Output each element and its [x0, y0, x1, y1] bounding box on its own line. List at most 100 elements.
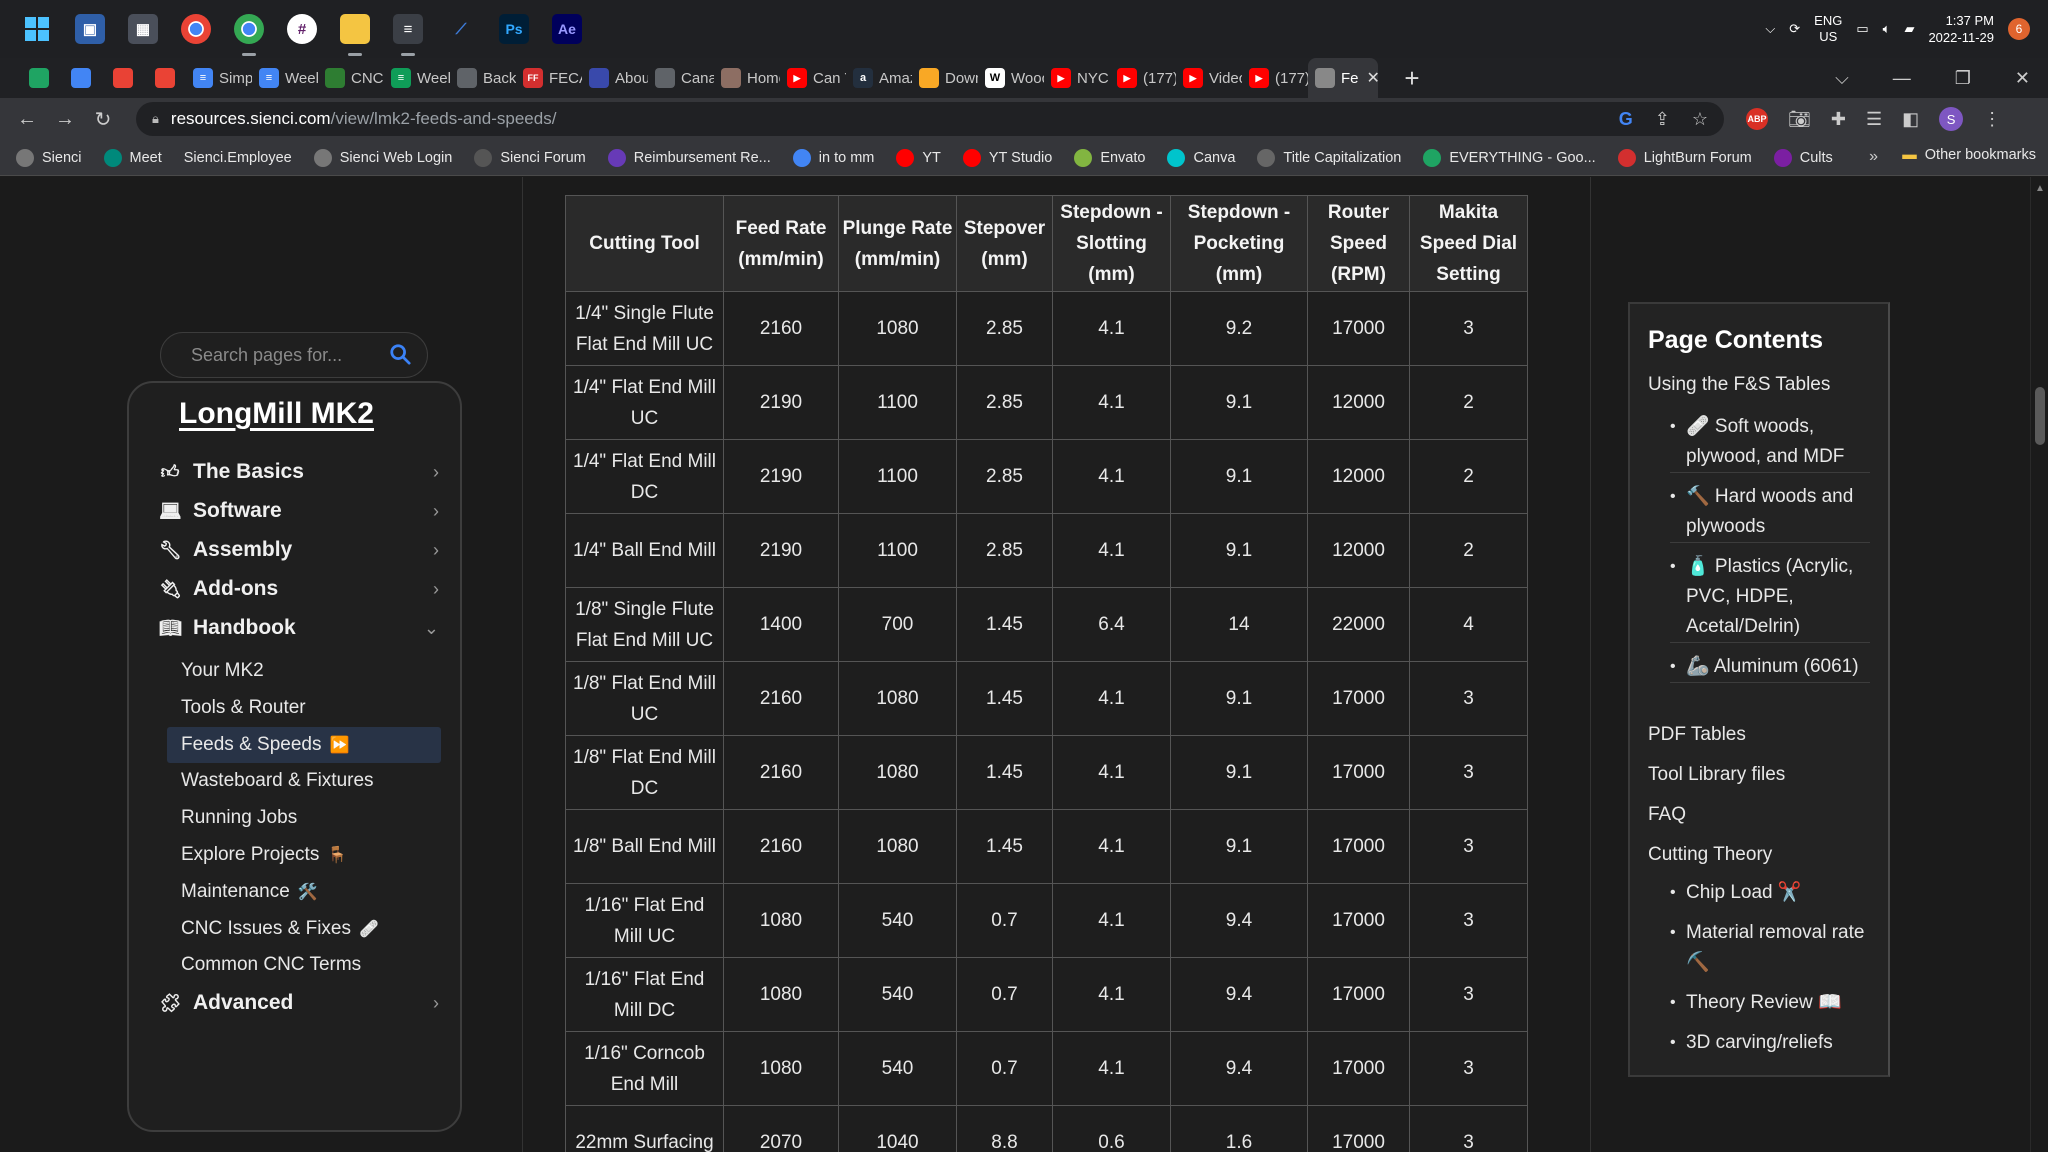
lock-icon[interactable]: 🔒︎: [152, 111, 159, 127]
browser-tab[interactable]: [102, 58, 144, 98]
browser-tab[interactable]: Abou: [582, 58, 648, 98]
browser-tab[interactable]: a Amaz: [846, 58, 912, 98]
battery-icon[interactable]: ▰: [1904, 21, 1914, 37]
browser-tab[interactable]: [18, 58, 60, 98]
calculator-icon[interactable]: ▦: [128, 14, 158, 44]
camera-icon[interactable]: 📷︎: [1788, 109, 1811, 130]
contents-link[interactable]: Material removal rate ⛏️: [1670, 918, 1870, 978]
after-effects-icon[interactable]: Ae: [552, 14, 582, 44]
bookmark-item[interactable]: Cults: [1773, 148, 1833, 167]
clock[interactable]: 1:37 PM 2022-11-29: [1928, 12, 1994, 46]
browser-tab[interactable]: ▶ (177): [1110, 58, 1176, 98]
chrome-icon[interactable]: [181, 14, 211, 44]
contents-link[interactable]: 🧴 Plastics (Acrylic, PVC, HDPE, Acetal/D…: [1670, 552, 1870, 643]
tab-search-icon[interactable]: ⌵: [1835, 68, 1849, 89]
sidebar-subitem-your-mk2[interactable]: Your MK2: [181, 653, 455, 689]
browser-tab[interactable]: Canac: [648, 58, 714, 98]
notification-badge[interactable]: 6: [2008, 18, 2030, 40]
contents-link[interactable]: Theory Review 📖: [1670, 988, 1870, 1018]
sidebar-subitem-explore-projects[interactable]: Explore Projects 🪑: [181, 837, 455, 873]
browser-tab[interactable]: Backl: [450, 58, 516, 98]
extensions-puzzle-icon[interactable]: ✚: [1831, 109, 1846, 130]
sidebar-subitem-tools-router[interactable]: Tools & Router: [181, 690, 455, 726]
bookmark-item[interactable]: YT: [896, 148, 941, 167]
sidebar-title[interactable]: LongMill MK2: [179, 397, 374, 431]
bookmark-item[interactable]: YT Studio: [962, 148, 1052, 167]
scroll-up-arrow[interactable]: ▲: [2035, 183, 2045, 194]
google-lens-icon[interactable]: G: [1619, 109, 1633, 130]
forward-button[interactable]: →: [46, 108, 84, 131]
computer-icon[interactable]: ▣: [75, 14, 105, 44]
sidebar-item-advanced[interactable]: 🧩︎ Advanced ›: [159, 986, 449, 1020]
sidebar-subitem-feeds-speeds[interactable]: Feeds & Speeds ⏩: [167, 726, 441, 763]
back-button[interactable]: ←: [8, 108, 46, 131]
profile-avatar[interactable]: S: [1939, 107, 1964, 131]
bookmark-item[interactable]: Sienci: [16, 148, 82, 167]
browser-tab[interactable]: W Wooc: [978, 58, 1044, 98]
bookmark-item[interactable]: LightBurn Forum: [1617, 148, 1752, 167]
bookmark-item[interactable]: Reimbursement Re...: [607, 148, 771, 167]
sidebar-subitem-cnc-issues-fixes[interactable]: CNC Issues & Fixes 🩹: [181, 911, 455, 947]
chrome-profile-icon[interactable]: [234, 14, 264, 56]
sidebar-item-handbook[interactable]: 📖︎ Handbook ⌄: [159, 611, 449, 645]
browser-tab[interactable]: Fe ✕: [1308, 58, 1378, 98]
reload-button[interactable]: ↻: [84, 107, 122, 132]
browser-tab[interactable]: ≡ Week: [384, 58, 450, 98]
bookmark-item[interactable]: in to mm: [792, 148, 874, 167]
browser-tab[interactable]: FF FECAI: [516, 58, 582, 98]
search-icon[interactable]: [389, 343, 411, 365]
slack-icon[interactable]: #: [287, 14, 317, 44]
search-input[interactable]: Search pages for...: [160, 332, 428, 378]
contents-link[interactable]: 🔨 Hard woods and plywoods: [1670, 482, 1870, 543]
adblock-icon[interactable]: ABP: [1746, 108, 1768, 130]
sidebar-subitem-running-jobs[interactable]: Running Jobs: [181, 800, 455, 836]
side-panel-icon[interactable]: ◧: [1902, 109, 1919, 130]
browser-tab[interactable]: [60, 58, 102, 98]
other-bookmarks[interactable]: ▬ Other bookmarks: [1902, 147, 2036, 163]
menu-icon[interactable]: ⋮: [1983, 109, 2001, 130]
bookmark-item[interactable]: EVERYTHING - Goo...: [1423, 148, 1596, 167]
browser-tab[interactable]: ▶ (177): [1242, 58, 1308, 98]
browser-tab[interactable]: ≡ Simpl: [186, 58, 252, 98]
chevron-up-icon[interactable]: ⌵: [1765, 21, 1775, 37]
scroll-thumb[interactable]: [2035, 387, 2045, 445]
contents-link[interactable]: FAQ: [1648, 800, 1878, 830]
sidebar-subitem-common-cnc-terms[interactable]: Common CNC Terms: [181, 947, 455, 983]
sync-icon[interactable]: ⟳: [1789, 21, 1800, 37]
minimize-button[interactable]: —: [1893, 68, 1911, 89]
bookmark-item[interactable]: Sienci Forum: [474, 148, 586, 167]
display-icon[interactable]: ▭: [1856, 21, 1868, 37]
bookmark-item[interactable]: Title Capitalization: [1257, 148, 1401, 167]
bookmark-item[interactable]: Canva: [1167, 148, 1235, 167]
file-explorer-icon[interactable]: [340, 14, 370, 56]
browser-tab[interactable]: ≡ Week: [252, 58, 318, 98]
sidebar-item-assembly[interactable]: 🔧︎ Assembly ›: [159, 533, 449, 567]
vectric-icon[interactable]: ⟋: [446, 14, 476, 44]
sidebar-subitem-maintenance[interactable]: Maintenance 🛠️: [181, 874, 455, 910]
sidebar-subitem-wasteboard-fixtures[interactable]: Wasteboard & Fixtures: [181, 763, 455, 799]
new-tab-button[interactable]: +: [1396, 63, 1428, 94]
contents-link[interactable]: Cutting Theory: [1648, 840, 1878, 870]
contents-link[interactable]: PDF Tables: [1648, 720, 1878, 750]
contents-link[interactable]: 3D carving/reliefs: [1670, 1028, 1870, 1058]
restore-button[interactable]: ❐: [1955, 68, 1971, 89]
sidebar-item-add-ons[interactable]: 🔌︎ Add-ons ›: [159, 572, 449, 606]
share-icon[interactable]: ⇪: [1655, 109, 1670, 130]
language-indicator[interactable]: ENG US: [1814, 13, 1842, 45]
browser-tab[interactable]: ▶ NYC C: [1044, 58, 1110, 98]
browser-tab[interactable]: [144, 58, 186, 98]
windows-start-icon[interactable]: [22, 14, 52, 44]
bookmark-item[interactable]: Meet: [103, 148, 162, 167]
bookmark-item[interactable]: Sienci Web Login: [313, 148, 452, 167]
contents-link[interactable]: Tool Library files: [1648, 760, 1878, 790]
browser-tab[interactable]: Down: [912, 58, 978, 98]
bookmarks-overflow-icon[interactable]: »: [1869, 148, 1878, 166]
sidebar-item-the-basics[interactable]: 👍︎ The Basics ›: [159, 455, 449, 489]
browser-tab[interactable]: ▶ Can Y: [780, 58, 846, 98]
bookmark-star-icon[interactable]: ☆: [1692, 109, 1708, 130]
browser-tab[interactable]: ▶ Videc: [1176, 58, 1242, 98]
contents-link[interactable]: 🦾 Aluminum (6061): [1670, 652, 1870, 683]
onenote-icon[interactable]: ≡: [393, 14, 423, 56]
close-window-button[interactable]: ✕: [2015, 68, 2030, 89]
photoshop-icon[interactable]: Ps: [499, 14, 529, 44]
